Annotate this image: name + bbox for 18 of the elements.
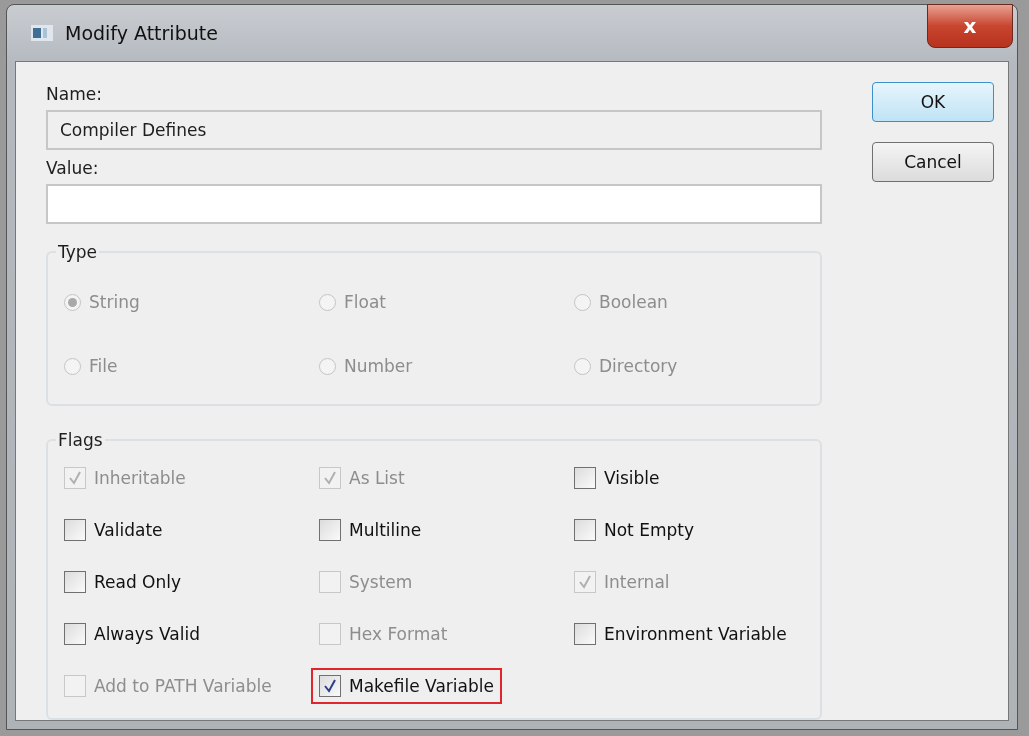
field-label: Name: — [46, 84, 103, 104]
group-title: Type — [57, 242, 99, 262]
checkbox-option[interactable]: Visible — [566, 460, 668, 496]
field-label: Value: — [46, 158, 100, 178]
checkbox-option[interactable]: Not Empty — [566, 512, 702, 548]
checkbox-option[interactable]: Environment Variable — [566, 616, 795, 652]
cancel-button[interactable]: Cancel — [872, 142, 994, 182]
checkbox-option[interactable]: Read Only — [56, 564, 190, 600]
window-title: Modify Attribute — [65, 22, 218, 44]
checkbox-option[interactable]: Makefile Variable — [311, 668, 502, 704]
value-field[interactable] — [46, 184, 822, 224]
ok-button[interactable]: OK — [872, 82, 994, 122]
checkbox-option[interactable]: Validate — [56, 512, 171, 548]
checkbox-option[interactable]: Always Valid — [56, 616, 208, 652]
group-title: Flags — [57, 430, 104, 450]
checkbox-option[interactable]: Multiline — [311, 512, 430, 548]
window-icon — [31, 25, 53, 41]
close-button[interactable]: x — [927, 4, 1013, 48]
